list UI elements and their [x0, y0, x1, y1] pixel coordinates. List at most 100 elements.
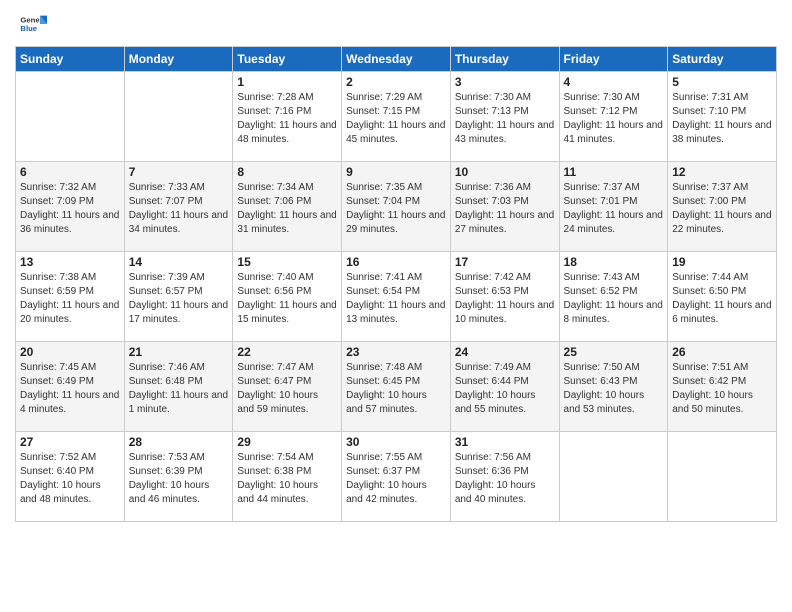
table-cell: 20 Sunrise: 7:45 AM Sunset: 6:49 PM Dayli…: [16, 342, 125, 432]
table-cell: 23Sunrise: 7:48 AM Sunset: 6:45 PM Dayli…: [342, 342, 451, 432]
table-cell: 11 Sunrise: 7:37 AM Sunset: 7:01 PM Dayli…: [559, 162, 668, 252]
day-info: Sunrise: 7:43 AM Sunset: 6:52 PM Dayligh…: [564, 271, 664, 327]
day-number: 2: [346, 75, 446, 89]
day-info: Sunrise: 7:31 AM Sunset: 7:10 PM Dayligh…: [672, 91, 772, 147]
header-monday: Monday: [124, 47, 233, 72]
day-number: 22: [237, 345, 337, 359]
day-info: Sunrise: 7:37 AM Sunset: 7:00 PM Dayligh…: [672, 181, 772, 237]
calendar-body: 1Sunrise: 7:28 AM Sunset: 7:16 PM Daylig…: [16, 72, 777, 522]
day-number: 24: [455, 345, 555, 359]
day-number: 14: [129, 255, 229, 269]
header-wednesday: Wednesday: [342, 47, 451, 72]
day-info: Sunrise: 7:47 AM Sunset: 6:47 PM Dayligh…: [237, 361, 337, 417]
day-headers-row: SundayMondayTuesdayWednesdayThursdayFrid…: [16, 47, 777, 72]
day-number: 31: [455, 435, 555, 449]
table-cell: 18 Sunrise: 7:43 AM Sunset: 6:52 PM Dayli…: [559, 252, 668, 342]
week-row-1: 1Sunrise: 7:28 AM Sunset: 7:16 PM Daylig…: [16, 72, 777, 162]
table-cell: 7Sunrise: 7:33 AM Sunset: 7:07 PM Daylig…: [124, 162, 233, 252]
table-cell: [124, 72, 233, 162]
table-cell: 19Sunrise: 7:44 AM Sunset: 6:50 PM Dayli…: [668, 252, 777, 342]
day-number: 18: [564, 255, 664, 269]
header-saturday: Saturday: [668, 47, 777, 72]
day-number: 16: [346, 255, 446, 269]
day-number: 3: [455, 75, 555, 89]
day-number: 15: [237, 255, 337, 269]
day-number: 5: [672, 75, 772, 89]
day-info: Sunrise: 7:38 AM Sunset: 6:59 PM Dayligh…: [20, 271, 120, 327]
day-number: 29: [237, 435, 337, 449]
table-cell: 5 Sunrise: 7:31 AM Sunset: 7:10 PM Daylig…: [668, 72, 777, 162]
header-sunday: Sunday: [16, 47, 125, 72]
table-cell: 29 Sunrise: 7:54 AM Sunset: 6:38 PM Dayli…: [233, 432, 342, 522]
day-number: 28: [129, 435, 229, 449]
table-cell: 17 Sunrise: 7:42 AM Sunset: 6:53 PM Dayli…: [450, 252, 559, 342]
day-number: 26: [672, 345, 772, 359]
day-info: Sunrise: 7:55 AM Sunset: 6:37 PM Dayligh…: [346, 451, 446, 507]
table-cell: 31 Sunrise: 7:56 AM Sunset: 6:36 PM Dayli…: [450, 432, 559, 522]
day-info: Sunrise: 7:40 AM Sunset: 6:56 PM Dayligh…: [237, 271, 337, 327]
table-cell: 27 Sunrise: 7:52 AM Sunset: 6:40 PM Dayli…: [16, 432, 125, 522]
calendar-header: SundayMondayTuesdayWednesdayThursdayFrid…: [16, 47, 777, 72]
day-info: Sunrise: 7:33 AM Sunset: 7:07 PM Dayligh…: [129, 181, 229, 237]
day-info: Sunrise: 7:42 AM Sunset: 6:53 PM Dayligh…: [455, 271, 555, 327]
table-cell: 15 Sunrise: 7:40 AM Sunset: 6:56 PM Dayli…: [233, 252, 342, 342]
day-info: Sunrise: 7:36 AM Sunset: 7:03 PM Dayligh…: [455, 181, 555, 237]
day-info: Sunrise: 7:46 AM Sunset: 6:48 PM Dayligh…: [129, 361, 229, 417]
week-row-4: 20 Sunrise: 7:45 AM Sunset: 6:49 PM Dayli…: [16, 342, 777, 432]
day-info: Sunrise: 7:35 AM Sunset: 7:04 PM Dayligh…: [346, 181, 446, 237]
day-info: Sunrise: 7:34 AM Sunset: 7:06 PM Dayligh…: [237, 181, 337, 237]
day-number: 17: [455, 255, 555, 269]
day-info: Sunrise: 7:54 AM Sunset: 6:38 PM Dayligh…: [237, 451, 337, 507]
table-cell: 24 Sunrise: 7:49 AM Sunset: 6:44 PM Dayli…: [450, 342, 559, 432]
day-info: Sunrise: 7:29 AM Sunset: 7:15 PM Dayligh…: [346, 91, 446, 147]
day-number: 9: [346, 165, 446, 179]
table-cell: [559, 432, 668, 522]
day-info: Sunrise: 7:50 AM Sunset: 6:43 PM Dayligh…: [564, 361, 664, 417]
week-row-3: 13 Sunrise: 7:38 AM Sunset: 6:59 PM Dayli…: [16, 252, 777, 342]
page-header: General Blue: [15, 10, 777, 38]
day-info: Sunrise: 7:39 AM Sunset: 6:57 PM Dayligh…: [129, 271, 229, 327]
logo-icon: General Blue: [19, 10, 47, 38]
table-cell: 25 Sunrise: 7:50 AM Sunset: 6:43 PM Dayli…: [559, 342, 668, 432]
day-info: Sunrise: 7:48 AM Sunset: 6:45 PM Dayligh…: [346, 361, 446, 417]
day-number: 20: [20, 345, 120, 359]
day-info: Sunrise: 7:56 AM Sunset: 6:36 PM Dayligh…: [455, 451, 555, 507]
table-cell: 6Sunrise: 7:32 AM Sunset: 7:09 PM Daylig…: [16, 162, 125, 252]
table-cell: [668, 432, 777, 522]
header-thursday: Thursday: [450, 47, 559, 72]
header-friday: Friday: [559, 47, 668, 72]
table-cell: 2 Sunrise: 7:29 AM Sunset: 7:15 PM Daylig…: [342, 72, 451, 162]
day-info: Sunrise: 7:45 AM Sunset: 6:49 PM Dayligh…: [20, 361, 120, 417]
day-info: Sunrise: 7:32 AM Sunset: 7:09 PM Dayligh…: [20, 181, 120, 237]
table-cell: 4 Sunrise: 7:30 AM Sunset: 7:12 PM Daylig…: [559, 72, 668, 162]
day-info: Sunrise: 7:28 AM Sunset: 7:16 PM Dayligh…: [237, 91, 337, 147]
week-row-2: 6Sunrise: 7:32 AM Sunset: 7:09 PM Daylig…: [16, 162, 777, 252]
table-cell: 28Sunrise: 7:53 AM Sunset: 6:39 PM Dayli…: [124, 432, 233, 522]
day-info: Sunrise: 7:41 AM Sunset: 6:54 PM Dayligh…: [346, 271, 446, 327]
table-cell: 26 Sunrise: 7:51 AM Sunset: 6:42 PM Dayli…: [668, 342, 777, 432]
day-number: 27: [20, 435, 120, 449]
day-number: 30: [346, 435, 446, 449]
table-cell: 14 Sunrise: 7:39 AM Sunset: 6:57 PM Dayli…: [124, 252, 233, 342]
week-row-5: 27 Sunrise: 7:52 AM Sunset: 6:40 PM Dayli…: [16, 432, 777, 522]
table-cell: 1Sunrise: 7:28 AM Sunset: 7:16 PM Daylig…: [233, 72, 342, 162]
day-info: Sunrise: 7:30 AM Sunset: 7:12 PM Dayligh…: [564, 91, 664, 147]
table-cell: 3Sunrise: 7:30 AM Sunset: 7:13 PM Daylig…: [450, 72, 559, 162]
day-number: 21: [129, 345, 229, 359]
calendar-table: SundayMondayTuesdayWednesdayThursdayFrid…: [15, 46, 777, 522]
day-number: 25: [564, 345, 664, 359]
table-cell: 10Sunrise: 7:36 AM Sunset: 7:03 PM Dayli…: [450, 162, 559, 252]
day-number: 11: [564, 165, 664, 179]
day-info: Sunrise: 7:37 AM Sunset: 7:01 PM Dayligh…: [564, 181, 664, 237]
table-cell: 13 Sunrise: 7:38 AM Sunset: 6:59 PM Dayli…: [16, 252, 125, 342]
day-number: 4: [564, 75, 664, 89]
day-number: 13: [20, 255, 120, 269]
table-cell: 21 Sunrise: 7:46 AM Sunset: 6:48 PM Dayli…: [124, 342, 233, 432]
day-info: Sunrise: 7:49 AM Sunset: 6:44 PM Dayligh…: [455, 361, 555, 417]
day-info: Sunrise: 7:52 AM Sunset: 6:40 PM Dayligh…: [20, 451, 120, 507]
svg-text:Blue: Blue: [20, 24, 37, 33]
day-info: Sunrise: 7:51 AM Sunset: 6:42 PM Dayligh…: [672, 361, 772, 417]
header-tuesday: Tuesday: [233, 47, 342, 72]
day-info: Sunrise: 7:44 AM Sunset: 6:50 PM Dayligh…: [672, 271, 772, 327]
table-cell: 16 Sunrise: 7:41 AM Sunset: 6:54 PM Dayli…: [342, 252, 451, 342]
